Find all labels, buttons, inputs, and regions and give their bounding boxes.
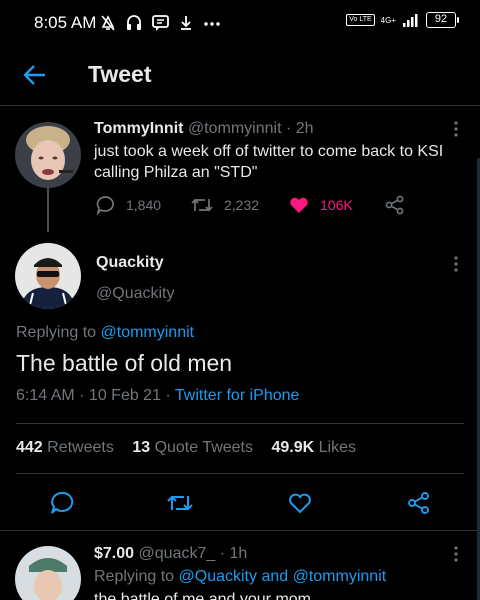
tweet-main-actions [0,490,480,518]
divider [16,473,464,474]
heart-filled-icon [290,197,308,213]
avatar-quack7[interactable] [15,546,81,600]
divider [0,530,480,531]
tweet-parent-time: · 2h [285,120,314,137]
replying-to-link[interactable]: @tommyinnit [293,568,387,585]
divider [16,423,464,424]
replying-prefix: Replying to [94,568,175,585]
retweet-icon [191,198,213,212]
status-time: 8:05 AM [34,13,97,32]
tweet-reply-more-icon[interactable] [454,546,458,562]
avatar-tommyinnit[interactable] [15,122,81,188]
retweet-count: 2,232 [224,197,260,213]
tweet-main-meta: 6:14 AM · 10 Feb 21 · Twitter for iPhone [16,387,299,405]
replying-prefix: Replying to [16,324,97,341]
signal-icon [403,14,418,27]
tweet-source-link[interactable]: Twitter for iPhone [175,387,300,404]
replying-to-link[interactable]: @Quackity [179,568,257,585]
status-notification-icons [100,14,221,32]
tweet-reply-handle[interactable]: @quack7_ [139,545,216,562]
heart-outline-icon[interactable] [287,490,313,516]
tweet-parent-name[interactable]: TommyInnit [94,120,183,137]
like-count: 106K [320,197,353,213]
tweet-main-handle[interactable]: @Quackity [96,285,174,303]
more-dots-icon [204,22,220,26]
tweet-parent-handle[interactable]: @tommyinnit [188,120,282,137]
tweet-reply-text: the battle of me and your mom [94,591,311,600]
share-action[interactable] [384,194,406,216]
share-icon [385,195,404,215]
tweet-reply-time: · 1h [219,545,248,562]
share-icon[interactable] [406,490,432,516]
retweet-action[interactable]: 2,232 [190,194,259,216]
tweet-reply-name[interactable]: $7.00 [94,545,134,562]
replying-to-link[interactable]: @tommyinnit [101,324,195,341]
reply-count: 1,840 [126,197,162,213]
tweet-main-stats: 442 Retweets 13 Quote Tweets 49.9K Likes [16,439,356,457]
tweet-reply-replying-to: Replying to @Quackity and @tommyinnit [94,568,386,586]
tweet-parent-actions: 1,840 2,232 106K [94,194,454,218]
tweet-parent-text: just took a week off of twitter to come … [94,143,444,181]
page-title: Tweet [88,61,152,87]
tweet-parent-more-icon[interactable] [454,121,458,137]
retweets-stat[interactable]: 442 Retweets [16,439,114,456]
status-right-icons: Vo LTE 4G+ 92 [346,12,459,28]
download-icon [181,16,191,30]
quote-tweets-stat[interactable]: 13 Quote Tweets [132,439,253,456]
status-bar: 8:05 AM Vo LTE 4G+ 92 [0,0,480,48]
app-header: Tweet [0,48,480,106]
retweet-icon[interactable] [166,490,194,516]
reply-icon [96,196,114,216]
tweet-main-text: The battle of old men [16,350,233,376]
chat-bubble-icon [152,15,169,31]
tweet-main-more-icon[interactable] [454,256,458,272]
like-action[interactable]: 106K [288,194,353,216]
tweet-parent-header: TommyInnit @tommyinnit · 2h [94,120,314,138]
back-arrow-icon[interactable] [22,62,48,88]
volte-indicator: Vo LTE [346,14,375,26]
reply-icon[interactable] [48,490,74,516]
thread-connector-line [47,188,49,232]
tweet-main-timestamp: 6:14 AM · 10 Feb 21 · [16,387,171,404]
avatar-quackity[interactable] [15,243,81,309]
battery-indicator: 92 [426,12,459,28]
headset-icon [127,15,141,30]
tweet-reply-header: $7.00 @quack7_ · 1h [94,545,247,563]
replying-and: and [261,568,289,585]
network-type: 4G+ [380,15,396,25]
alarm-off-icon [101,15,115,31]
tweet-main-name[interactable]: Quackity [96,254,164,272]
reply-action[interactable]: 1,840 [94,194,161,216]
likes-stat[interactable]: 49.9K Likes [271,439,356,456]
tweet-main-replying-to: Replying to @tommyinnit [16,324,194,342]
